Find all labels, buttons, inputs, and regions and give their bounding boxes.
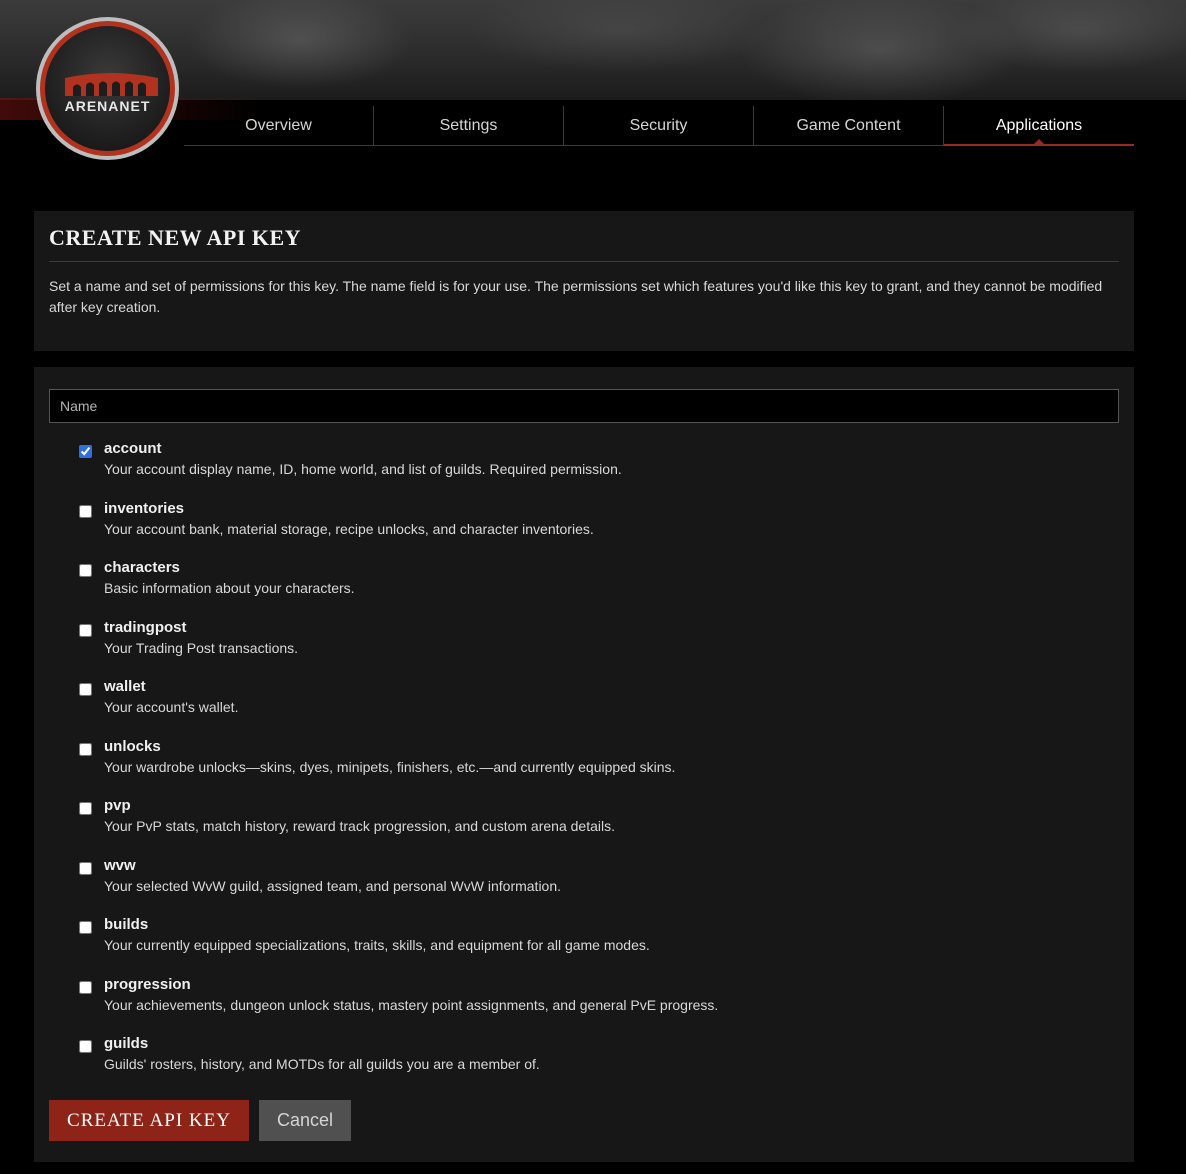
cancel-button[interactable]: Cancel (259, 1100, 351, 1141)
progression-checkbox[interactable] (79, 980, 92, 994)
tab-settings[interactable]: Settings (374, 106, 564, 146)
permission-description: Your wardrobe unlocks—skins, dyes, minip… (104, 758, 676, 775)
permission-wallet: wallet Your account's wallet. (79, 677, 1119, 737)
permission-description: Your account display name, ID, home worl… (104, 461, 622, 477)
permission-description: Basic information about your characters. (104, 580, 355, 596)
permission-wvw: wvw Your selected WvW guild, assigned te… (79, 856, 1119, 916)
builds-checkbox[interactable] (79, 921, 92, 934)
page-description: Set a name and set of permissions for th… (49, 278, 1103, 315)
permission-tradingpost: tradingpost Your Trading Post transactio… (79, 618, 1119, 678)
permission-progression: progression Your achievements, dungeon u… (79, 975, 1119, 1035)
permission-name: guilds (104, 1035, 149, 1052)
account-checkbox[interactable] (79, 445, 92, 458)
permission-description: Your account bank, material storage, rec… (104, 520, 594, 537)
permission-inventories: inventories Your account bank, material … (79, 499, 1119, 559)
permission-name: inventories (104, 499, 185, 517)
permission-name: tradingpost (104, 618, 187, 636)
tab-game-content[interactable]: Game Content (754, 106, 944, 146)
permission-description: Your PvP stats, match history, reward tr… (104, 818, 615, 834)
permission-description: Your selected WvW guild, assigned team, … (104, 877, 562, 894)
unlocks-checkbox[interactable] (79, 742, 92, 756)
permission-name: account (104, 440, 162, 457)
top-nav: Overview Settings Security Game Content … (184, 106, 1134, 146)
tab-applications[interactable]: Applications (944, 106, 1134, 146)
tab-security[interactable]: Security (564, 106, 754, 146)
tab-overview[interactable]: Overview (184, 106, 374, 146)
permission-description: Your account's wallet. (104, 699, 239, 715)
permission-name: progression (104, 975, 191, 993)
permission-name: builds (104, 916, 149, 933)
logo-text: ARENANET (64, 98, 151, 114)
permission-description: Your achievements, dungeon unlock status… (104, 996, 719, 1013)
arenanet-logo[interactable]: ARENANET (36, 17, 179, 160)
create-api-key-button[interactable]: CREATE API KEY (49, 1100, 249, 1141)
page-title: CREATE NEW API KEY (49, 225, 1119, 262)
permission-name: unlocks (104, 737, 161, 755)
permission-description: Your currently equipped specializations,… (104, 937, 650, 953)
permission-name: wvw (104, 856, 136, 874)
api-key-form: account Your account display name, ID, h… (34, 367, 1134, 1162)
arena-icon (65, 73, 158, 96)
permission-characters: characters Basic information about your … (79, 558, 1119, 618)
permission-list: account Your account display name, ID, h… (79, 439, 1119, 1094)
form-actions: CREATE API KEY Cancel (49, 1100, 351, 1141)
permission-name: wallet (104, 678, 146, 695)
name-input[interactable] (49, 389, 1119, 423)
permission-guilds: guilds Guilds' rosters, history, and MOT… (79, 1034, 1119, 1094)
inventories-checkbox[interactable] (79, 504, 92, 518)
guilds-checkbox[interactable] (79, 1040, 92, 1053)
permission-pvp: pvp Your PvP stats, match history, rewar… (79, 796, 1119, 856)
wvw-checkbox[interactable] (79, 861, 92, 875)
intro-panel: CREATE NEW API KEY Set a name and set of… (34, 211, 1134, 351)
permission-account: account Your account display name, ID, h… (79, 439, 1119, 499)
tradingpost-checkbox[interactable] (79, 623, 92, 637)
permission-description: Guilds' rosters, history, and MOTDs for … (104, 1056, 540, 1072)
characters-checkbox[interactable] (79, 564, 92, 577)
permission-description: Your Trading Post transactions. (104, 639, 299, 656)
permission-name: characters (104, 559, 180, 576)
permission-builds: builds Your currently equipped specializ… (79, 915, 1119, 975)
pvp-checkbox[interactable] (79, 802, 92, 815)
permission-unlocks: unlocks Your wardrobe unlocks—skins, dye… (79, 737, 1119, 797)
wallet-checkbox[interactable] (79, 683, 92, 696)
permission-name: pvp (104, 797, 131, 814)
